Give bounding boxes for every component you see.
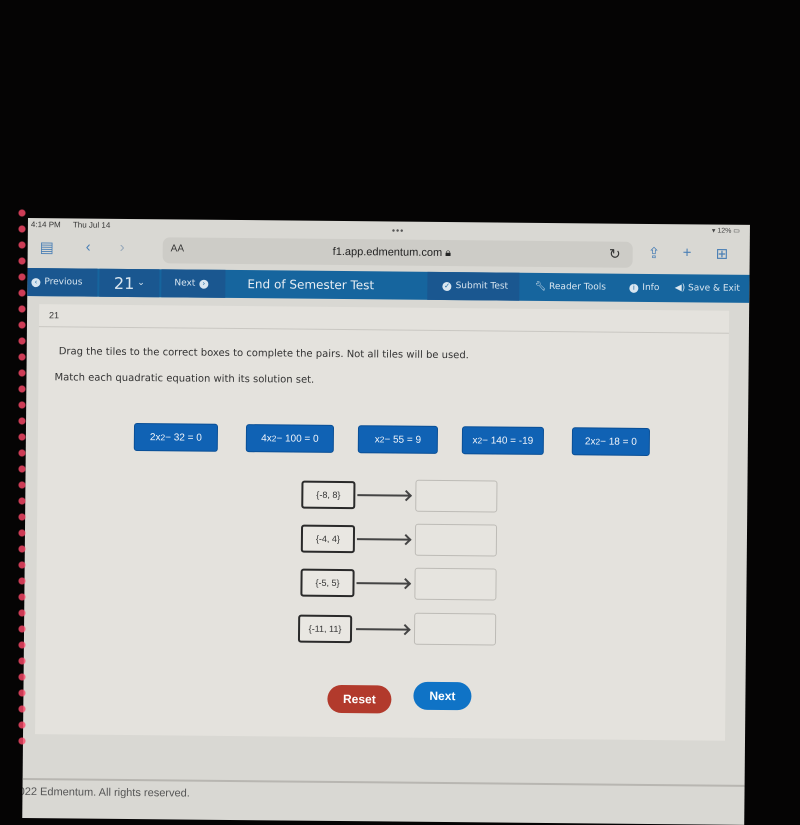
drop-box[interactable] <box>414 523 498 557</box>
submit-test-button[interactable]: ✓ Submit Test <box>427 271 520 301</box>
question-select[interactable]: 21 ⌄ <box>99 268 160 298</box>
test-nav-bar: ‹ Previous 21 ⌄ Next › End of Semester Tes… <box>27 267 750 303</box>
url-text[interactable]: f1.app.edmentum.com 🔒︎ <box>333 246 451 260</box>
next-button[interactable]: Next <box>413 681 472 711</box>
next-question-button[interactable]: Next › <box>161 269 226 298</box>
equation-tile[interactable]: 2x 2 − 18 = 0 <box>571 427 651 456</box>
arrow-icon <box>356 538 409 541</box>
previous-button[interactable]: ‹ Previous <box>27 267 98 297</box>
equation-tile[interactable]: 2x 2 − 32 = 0 <box>133 423 219 452</box>
footer-divider <box>22 777 745 787</box>
next-icon: › <box>199 279 209 289</box>
wrench-icon: 🔧︎ <box>534 281 550 293</box>
reader-tools-button[interactable]: 🔧︎ Reader Tools <box>525 273 615 302</box>
solution-label: {-4, 4} <box>300 524 356 554</box>
reset-button[interactable]: Reset <box>327 684 392 714</box>
arrow-icon <box>356 582 409 585</box>
speaker-icon: ◀) <box>674 283 689 294</box>
drop-box[interactable] <box>413 612 497 646</box>
save-exit-button[interactable]: ◀) Save & Exit <box>669 274 745 303</box>
instruction-match: Match each quadratic equation with its s… <box>54 372 315 386</box>
solution-label: {-8, 8} <box>301 480 356 510</box>
drop-box[interactable] <box>415 479 498 513</box>
drop-box[interactable] <box>414 567 497 601</box>
question-number: 21 <box>49 310 60 321</box>
reload-icon[interactable]: ↻ <box>609 246 621 263</box>
ipad-screen: 4:14 PM Thu Jul 14 ••• ▾ 12% ▭ ▤ ‹ › AA … <box>22 218 750 825</box>
solution-label: {-11, 11} <box>297 614 353 644</box>
test-title: End of Semester Test <box>247 277 375 293</box>
battery-indicator: ▾ 12% ▭ <box>711 227 740 235</box>
check-icon: ✓ <box>442 281 452 291</box>
address-bar[interactable]: AA f1.app.edmentum.com 🔒︎ ↻ <box>162 237 633 268</box>
lock-icon: 🔒︎ <box>445 247 452 260</box>
arrow-icon <box>357 494 410 497</box>
sidebar-icon[interactable]: ▤ <box>40 238 54 256</box>
text-size-button[interactable]: AA <box>171 243 184 254</box>
info-icon: i <box>629 283 639 293</box>
copyright-text: 2022 Edmentum. All rights reserved. <box>22 785 190 800</box>
status-date: Thu Jul 14 <box>72 220 111 230</box>
question-panel: 21 Drag the tiles to the correct boxes t… <box>35 304 730 741</box>
equation-tile[interactable]: 4x 2 − 100 = 0 <box>245 424 335 453</box>
share-icon[interactable]: ⇪ <box>648 244 661 262</box>
tabs-icon[interactable]: ⊞ <box>716 245 729 263</box>
multitask-dots[interactable]: ••• <box>392 225 405 235</box>
new-tab-icon[interactable]: + <box>683 244 692 261</box>
divider <box>38 326 729 334</box>
screen-reflection <box>14 205 30 745</box>
arrow-icon <box>356 628 409 631</box>
info-button[interactable]: i Info <box>619 274 665 302</box>
solution-label: {-5, 5} <box>300 568 355 598</box>
forward-icon[interactable]: › <box>120 239 125 256</box>
chevron-down-icon: ⌄ <box>134 278 145 289</box>
instruction-drag: Drag the tiles to the correct boxes to c… <box>58 346 469 362</box>
status-time: 4:14 PM <box>30 220 61 230</box>
equation-tile[interactable]: x2 − 140 = -19 <box>461 426 545 455</box>
back-icon[interactable]: ‹ <box>86 239 91 256</box>
previous-icon: ‹ <box>31 277 41 287</box>
equation-tile[interactable]: x2 − 55 = 9 <box>357 425 439 454</box>
